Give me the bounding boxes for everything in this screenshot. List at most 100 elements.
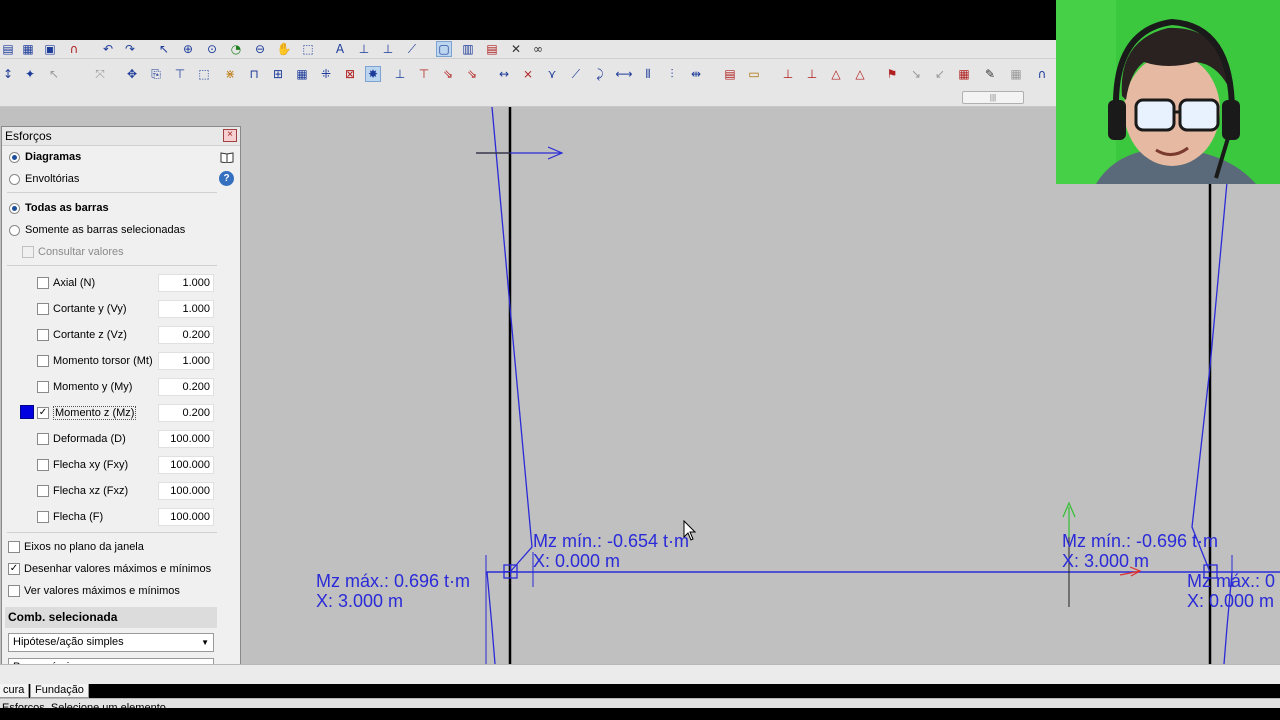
support-icon[interactable]: ⊥ [392,66,408,82]
rotate-bar-icon[interactable]: ⤸ [592,66,608,82]
grid-icon[interactable]: ▦ [20,41,36,57]
print-icon[interactable]: ▣ [42,41,58,57]
arch-icon[interactable]: ∩ [1034,66,1050,82]
measure-icon[interactable]: ⟋ [404,41,420,57]
diagonal-icon[interactable]: ⟋ [568,66,584,82]
option-ver-valores[interactable]: Ver valores máximos e mínimos [8,581,180,601]
effort-row-cortante-z[interactable]: Cortante z (Vz) [37,325,127,345]
magnet-icon[interactable]: ∩ [66,41,82,57]
disabled-pointer-icon[interactable]: ↖ [46,66,62,82]
bar-icon[interactable]: ↔ [496,66,512,82]
checkbox[interactable]: ✓ [8,563,20,575]
zoom-icon[interactable]: ⊙ [204,41,220,57]
radio-barras-selecionadas[interactable]: Somente as barras selecionadas [2,220,185,240]
column-edit-icon[interactable]: ⫴ [640,66,656,82]
effort-row-flecha[interactable]: Flecha (F) [37,507,103,527]
effort-row-momento-y[interactable]: Momento y (My) [37,377,132,397]
table-icon[interactable]: ▥ [460,41,476,57]
cross-bar-icon[interactable]: ⨯ [520,66,536,82]
select-icon[interactable]: ↖ [156,41,172,57]
effort-scale-input[interactable]: 1.000 [158,300,214,318]
help-icon[interactable]: ? [219,171,234,186]
effort-row-flecha-xz[interactable]: Flecha xz (Fxz) [37,481,128,501]
checkbox[interactable] [8,541,20,553]
column-icon[interactable]: ⊤ [172,66,188,82]
move-icon[interactable]: ↕ [0,66,16,82]
checkbox[interactable] [37,459,49,471]
delete-icon[interactable]: ✕ [508,41,524,57]
rotate-icon[interactable]: ◔ [228,41,244,57]
radio-dot[interactable] [9,173,20,185]
load-bar-icon[interactable]: ⇘ [464,66,480,82]
effort-row-deformada[interactable]: Deformada (D) [37,429,126,449]
redo-icon[interactable]: ↷ [122,41,138,57]
copy-icon[interactable]: ⎘ [148,66,164,82]
checkbox[interactable] [37,329,49,341]
load-icon[interactable]: ⇘ [440,66,456,82]
effort-scale-input[interactable]: 0.200 [158,326,214,344]
radio-dot[interactable] [9,202,20,214]
triangle-icon[interactable]: △ [828,66,844,82]
check-icon[interactable]: ▭ [746,66,762,82]
pan-icon[interactable]: ✋ [276,41,292,57]
close-icon[interactable]: × [223,129,237,142]
mark2-icon[interactable]: ⊥ [804,66,820,82]
delete-node-icon[interactable]: ⊠ [342,66,358,82]
checkbox[interactable] [37,303,49,315]
effort-row-axial[interactable]: Axial (N) [37,273,95,293]
file-icon[interactable]: ▤ [0,41,16,57]
horizontal-scroll-grip[interactable]: ||| [962,91,1024,104]
effort-scale-input[interactable]: 100.000 [158,508,214,526]
frame-icon[interactable]: ▢ [436,41,452,57]
checkbox[interactable] [37,355,49,367]
disabled-arrow-icon[interactable]: ↘ [908,66,924,82]
axes-icon[interactable]: ⊥ [356,41,372,57]
frame-select-icon[interactable]: ⬚ [196,66,212,82]
translate-icon[interactable]: ✥ [124,66,140,82]
effort-row-flecha-xy[interactable]: Flecha xy (Fxy) [37,455,128,475]
flag-icon[interactable]: ⚑ [884,66,900,82]
grid-lines-icon[interactable]: ⊞ [270,66,286,82]
radio-diagramas[interactable]: Diagramas [2,147,81,167]
zoom-window-icon[interactable]: ⊕ [180,41,196,57]
binoculars-icon[interactable]: ∞ [530,41,546,57]
snap-icon[interactable]: ⁜ [318,66,334,82]
effort-row-momento-z[interactable]: ✓ Momento z (Mz) [37,403,137,423]
bracing-icon[interactable]: ⋎ [544,66,560,82]
effort-scale-input[interactable]: 0.200 [158,378,214,396]
radio-envoltorias[interactable]: Envoltórias [2,169,79,189]
checkbox[interactable] [37,511,49,523]
effort-scale-input[interactable]: 100.000 [158,456,214,474]
tab-fundacao[interactable]: Fundação [30,684,89,698]
effort-scale-input[interactable]: 0.200 [158,404,214,422]
momento-z-color-swatch[interactable] [20,405,34,419]
mark-icon[interactable]: ⊥ [780,66,796,82]
join-icon[interactable]: ⟷ [615,66,632,82]
effort-scale-input[interactable]: 100.000 [158,482,214,500]
wall-icon[interactable]: ⫶ [664,66,680,82]
radio-dot[interactable] [9,224,20,236]
tab-estrutura[interactable]: cura [0,684,30,698]
beam-icon[interactable]: ⊓ [246,66,262,82]
effort-row-cortante-y[interactable]: Cortante y (Vy) [37,299,127,319]
release-icon[interactable]: ⊤ [416,66,432,82]
color-grid-icon[interactable]: ▦ [956,66,972,82]
efforts-icon[interactable]: ✸ [365,66,381,82]
triangle2-icon[interactable]: △ [852,66,868,82]
radio-dot[interactable] [9,151,20,163]
checkbox[interactable] [37,433,49,445]
zoom-out-icon[interactable]: ⊖ [252,41,268,57]
drawing-canvas[interactable]: Mz mín.: -0.654 t·m X: 0.000 m Mz máx.: … [242,107,1280,664]
checkbox[interactable] [37,485,49,497]
grid-full-icon[interactable]: ▦ [294,66,310,82]
undo-icon[interactable]: ↶ [100,41,116,57]
book-icon[interactable] [219,149,234,164]
option-desenhar-valores[interactable]: ✓ Desenhar valores máximos e mínimos [8,559,211,579]
effort-scale-input[interactable]: 100.000 [158,430,214,448]
chevron-down-icon[interactable]: ▼ [201,634,209,651]
text-icon[interactable]: A [332,41,348,57]
disabled-node-icon[interactable]: ⤧ [92,66,108,82]
checkbox[interactable] [37,381,49,393]
pointer-icon[interactable]: ✦ [22,66,38,82]
intersect-icon[interactable]: ⋇ [222,66,238,82]
